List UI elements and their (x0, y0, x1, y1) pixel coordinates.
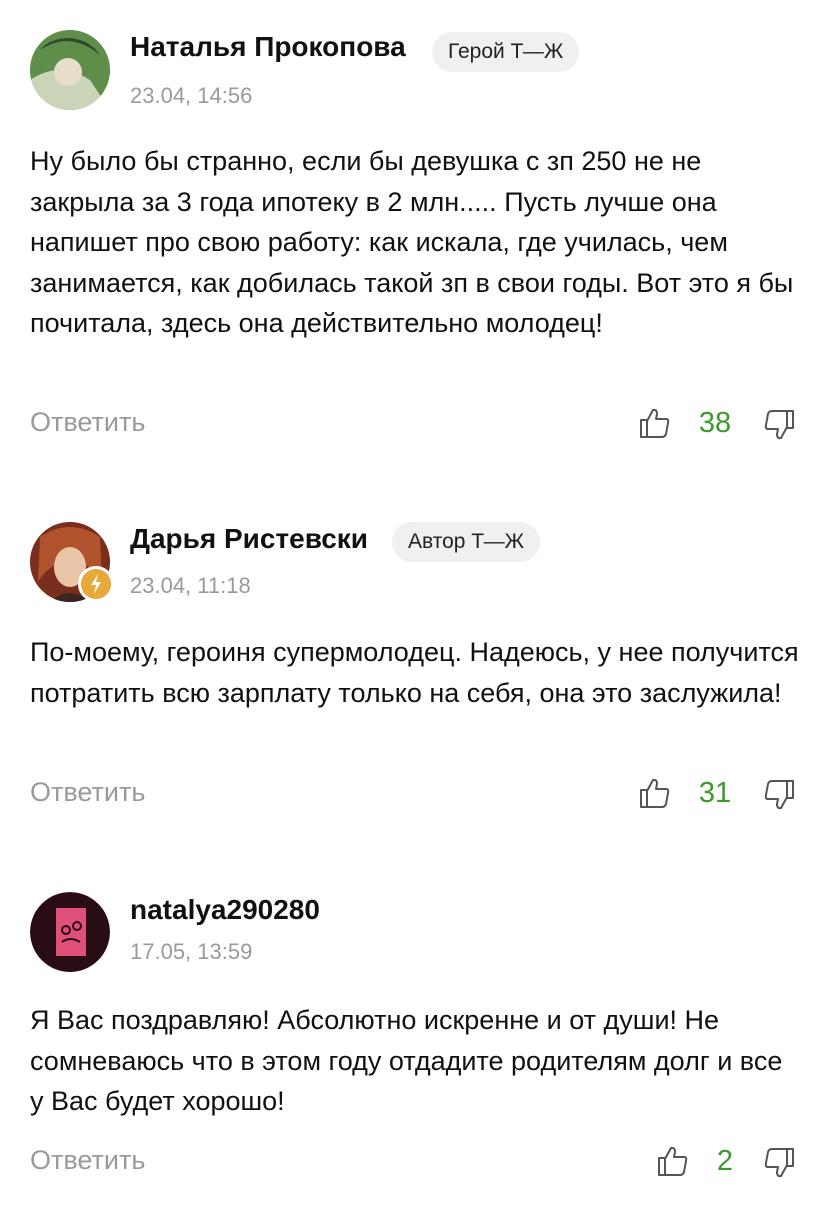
reply-button[interactable]: Ответить (30, 1143, 145, 1177)
comment-text: По-моему, героиня супермолодец. Надеюсь,… (30, 637, 799, 708)
author-name[interactable]: Наталья Прокопова (130, 30, 406, 64)
author-name[interactable]: Дарья Ристевски (130, 522, 368, 556)
hero-badge: Герой Т—Ж (432, 32, 580, 72)
like-count: 31 (698, 777, 732, 809)
thumbs-up-icon[interactable] (656, 1144, 690, 1178)
comment-date: 17.05, 13:59 (130, 939, 253, 964)
lightning-icon (78, 566, 114, 602)
author-badge: Автор Т—Ж (392, 522, 541, 562)
like-count: 2 (716, 1145, 734, 1177)
author-name[interactable]: natalya290280 (130, 893, 320, 927)
reply-button[interactable]: Ответить (30, 775, 145, 809)
comment-text: Ну было бы странно, если бы девушка с зп… (30, 146, 794, 338)
comment-text: Я Вас поздравляю! Абсолютно искренне и о… (30, 1005, 783, 1116)
thumbs-down-icon[interactable] (762, 408, 796, 442)
avatar[interactable] (30, 30, 110, 110)
reply-button[interactable]: Ответить (30, 405, 145, 439)
thumbs-down-icon[interactable] (762, 1146, 796, 1180)
avatar[interactable] (30, 892, 110, 972)
thumbs-up-icon[interactable] (638, 406, 672, 440)
like-count: 38 (698, 407, 732, 439)
comment-date: 23.04, 14:56 (130, 83, 253, 108)
thumbs-down-icon[interactable] (762, 778, 796, 812)
thumbs-up-icon[interactable] (638, 776, 672, 810)
comment-date: 23.04, 11:18 (130, 573, 251, 598)
